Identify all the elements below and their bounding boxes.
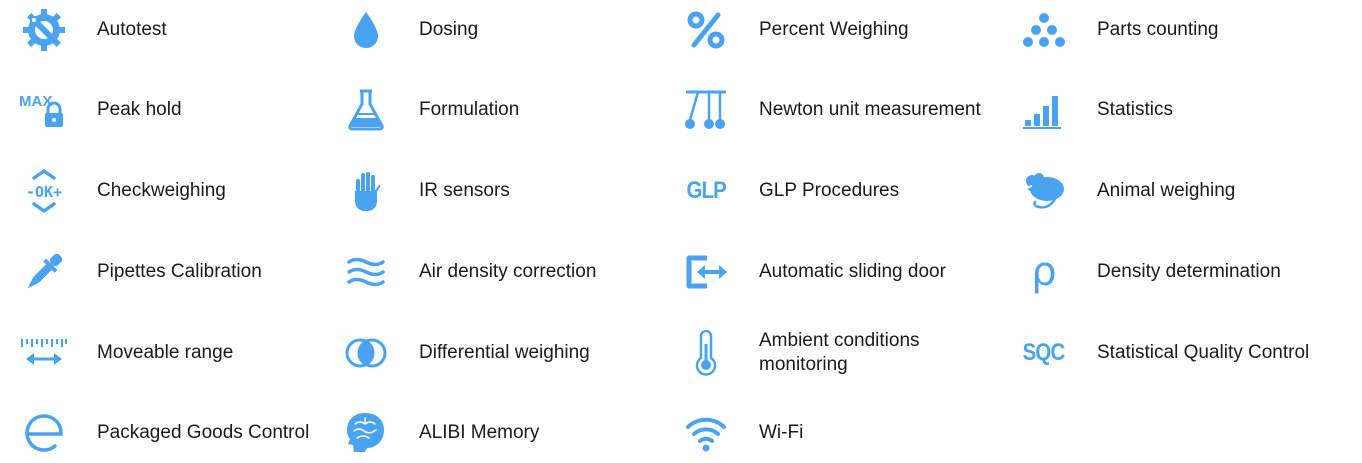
feature-label: Newton unit measurement (759, 99, 981, 120)
wifi-icon (681, 408, 731, 458)
feature-moveable-range: Moveable range (19, 323, 319, 383)
feature-differential-weighing: Differential weighing (341, 323, 641, 383)
gear-wrench-icon (19, 5, 69, 55)
feature-pipettes-calibration: Pipettes Calibration (19, 242, 319, 302)
feature-label: Moveable range (97, 342, 234, 363)
thermometer-icon (681, 328, 731, 378)
feature-label: Differential weighing (419, 342, 590, 363)
ok-text: -OK+ (26, 183, 62, 201)
feature-sliding-door: Automatic sliding door (681, 242, 1001, 302)
feature-label: Wi-Fi (759, 422, 804, 443)
newton-cradle-icon (681, 85, 731, 135)
glp-text: GLP (686, 177, 726, 204)
feature-animal-weighing: Animal weighing (1019, 161, 1349, 221)
dots-pyramid-icon (1019, 5, 1069, 55)
mouse-icon (1019, 166, 1069, 216)
feature-label: Parts counting (1097, 19, 1219, 40)
ok-plus-minus-icon: -OK+ (19, 166, 69, 216)
feature-icon-grid: Autotest Dosing Percent Weighing Parts c… (0, 0, 1362, 455)
feature-label: Checkweighing (97, 180, 226, 201)
overlap-circles-icon (341, 328, 391, 378)
feature-label: ALIBI Memory (419, 422, 540, 443)
drop-icon (341, 5, 391, 55)
feature-alibi-memory: ALIBI Memory (341, 403, 641, 463)
feature-checkweighing: -OK+ Checkweighing (19, 161, 319, 221)
feature-label: Air density correction (419, 261, 597, 282)
feature-autotest: Autotest (19, 0, 319, 60)
feature-ambient-conditions: Ambient conditions monitoring (681, 323, 1001, 383)
glp-icon: GLP (681, 166, 731, 216)
door-arrow-icon (681, 247, 731, 297)
bar-chart-icon (1019, 85, 1069, 135)
feature-wifi: Wi-Fi (681, 403, 1001, 463)
sqc-icon: SQC (1019, 328, 1069, 378)
percent-icon (681, 5, 731, 55)
feature-label: Statistics (1097, 99, 1174, 120)
rho-text: ρ (1031, 249, 1057, 295)
feature-parts-counting: Parts counting (1019, 0, 1349, 60)
brain-head-icon (341, 408, 391, 458)
feature-air-density: Air density correction (341, 242, 651, 302)
feature-sqc: SQC Statistical Quality Control (1019, 323, 1349, 383)
feature-label: Peak hold (97, 99, 182, 120)
feature-label: Dosing (419, 19, 479, 40)
ruler-arrow-icon (19, 328, 69, 378)
feature-label: Animal weighing (1097, 180, 1236, 201)
feature-label: Percent Weighing (759, 19, 909, 40)
max-lock-icon: MAX (19, 85, 69, 135)
feature-statistics: Statistics (1019, 80, 1349, 140)
feature-packaged-goods: Packaged Goods Control (19, 403, 339, 463)
feature-density-determination: ρ Density determination (1019, 242, 1349, 302)
feature-glp-procedures: GLP GLP Procedures (681, 161, 1001, 221)
feature-ir-sensors: IR sensors (341, 161, 641, 221)
hand-icon (341, 166, 391, 216)
feature-label: Packaged Goods Control (97, 422, 310, 443)
pipette-icon (19, 247, 69, 297)
feature-label: IR sensors (419, 180, 510, 201)
feature-label: Pipettes Calibration (97, 261, 262, 282)
feature-label: Statistical Quality Control (1097, 342, 1310, 363)
feature-label: Autotest (97, 19, 167, 40)
feature-label: Formulation (419, 99, 520, 120)
feature-label: Ambient conditions monitoring (759, 330, 920, 375)
rho-icon: ρ (1019, 247, 1069, 297)
feature-percent-weighing: Percent Weighing (681, 0, 1001, 60)
feature-label: Automatic sliding door (759, 261, 946, 282)
feature-dosing: Dosing (341, 0, 641, 60)
feature-peak-hold: MAX Peak hold (19, 80, 319, 140)
feature-formulation: Formulation (341, 80, 641, 140)
feature-label: GLP Procedures (759, 180, 900, 201)
feature-label: Density determination (1097, 261, 1281, 282)
feature-newton-unit: Newton unit measurement (681, 80, 1001, 140)
waves-icon (341, 247, 391, 297)
sqc-text: SQC (1023, 339, 1066, 366)
flask-icon (341, 85, 391, 135)
estimated-e-icon (19, 408, 69, 458)
